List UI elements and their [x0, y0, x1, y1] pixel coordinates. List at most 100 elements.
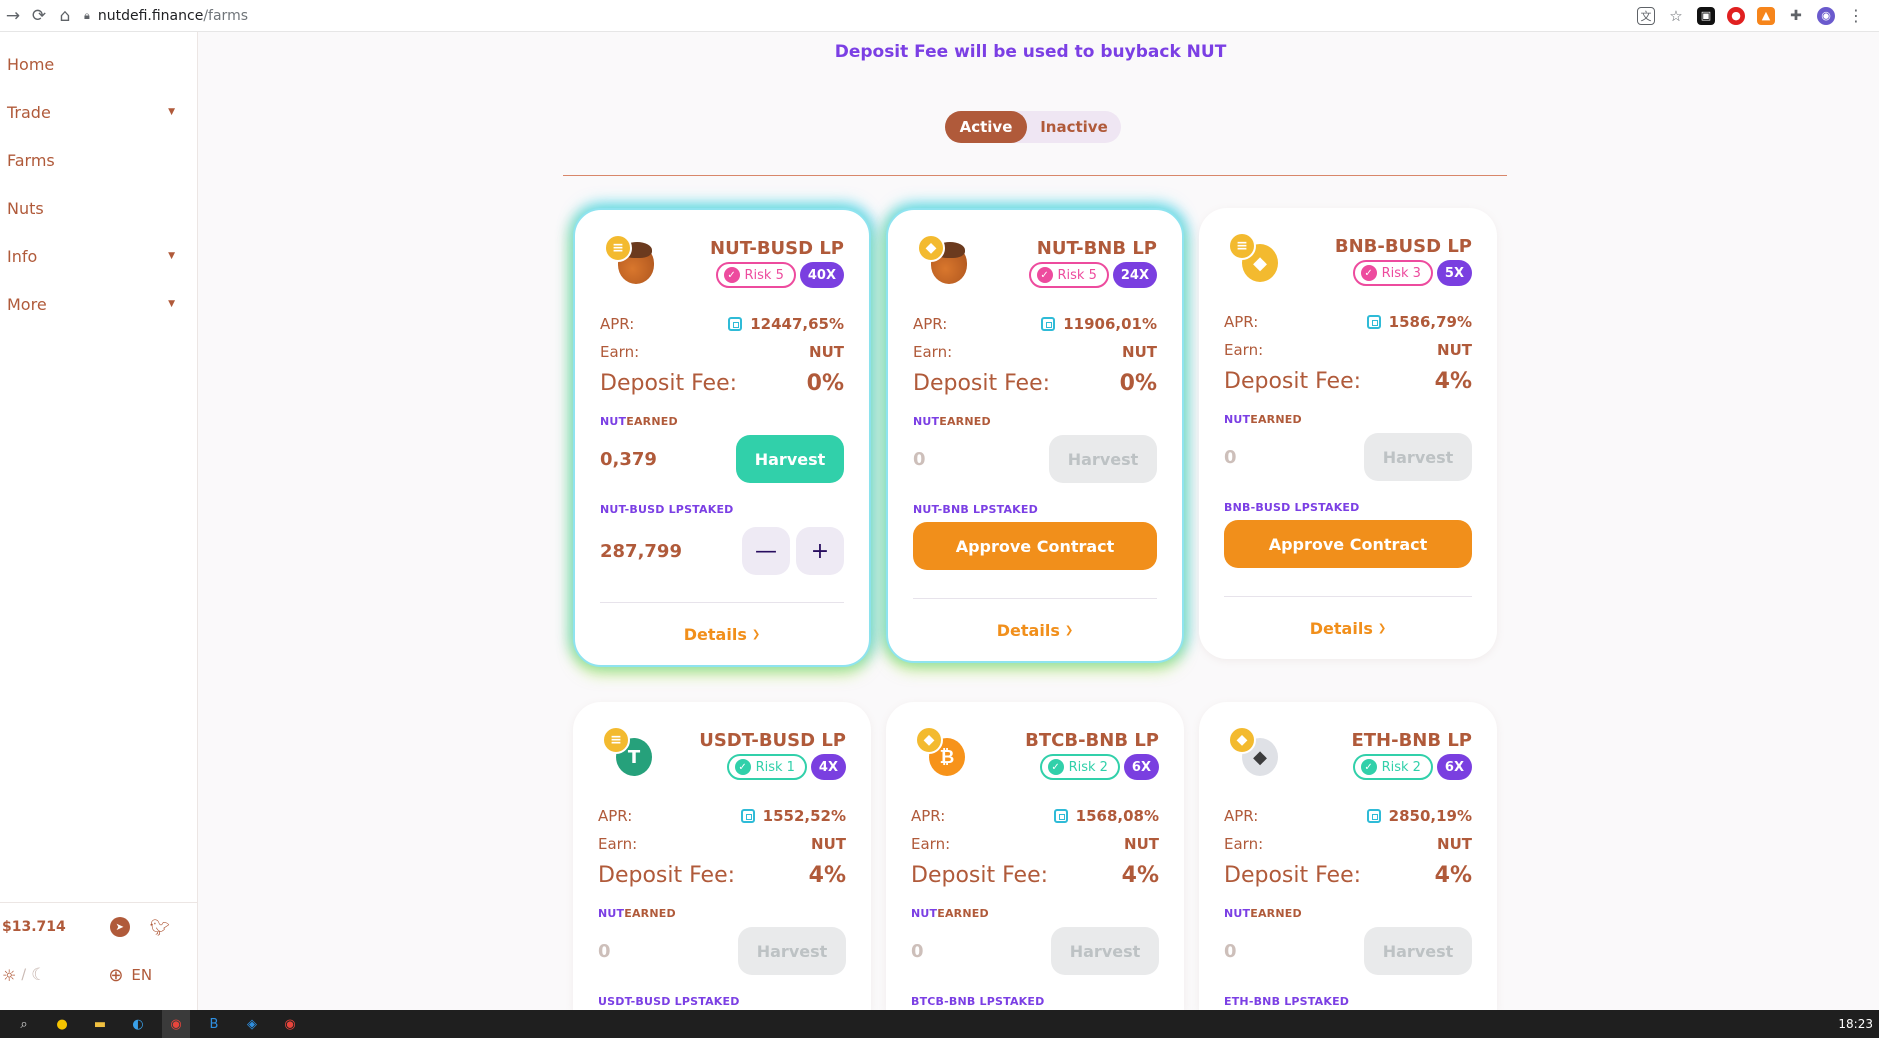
sidebar-item-more[interactable]: More ▼: [0, 280, 197, 328]
deposit-fee-value: 4%: [808, 862, 846, 888]
staked-label: NUT-BNB LP STAKED: [913, 502, 1038, 516]
earn-value: NUT: [811, 835, 846, 853]
nut-price: $13.714: [2, 919, 66, 935]
check-icon: ✓: [734, 759, 751, 775]
reload-icon[interactable]: ⟳: [26, 3, 52, 29]
app-icon[interactable]: ●: [48, 1010, 76, 1038]
back-icon[interactable]: →: [0, 3, 26, 29]
chevron-down-icon: ❯: [751, 628, 761, 640]
extension-icon[interactable]: ●: [1727, 6, 1745, 25]
multiplier-badge: 6X: [1436, 754, 1472, 780]
os-taskbar: ⌕ ● ▬ ◐ ◉ B ◈ ◉ 18:23: [0, 1010, 1879, 1038]
earned-value: 0: [911, 940, 924, 962]
harvest-button[interactable]: Harvest: [1364, 927, 1472, 975]
bnb-icon: ◆: [917, 234, 945, 262]
harvest-button[interactable]: Harvest: [1364, 433, 1472, 481]
approve-contract-button[interactable]: Approve Contract: [1224, 520, 1472, 568]
extension-icon[interactable]: ▣: [1697, 6, 1715, 25]
chrome-icon[interactable]: ◉: [276, 1010, 304, 1038]
folder-icon[interactable]: ▬: [86, 1010, 114, 1038]
bnb-icon: ◆: [1228, 726, 1256, 754]
staked-label: NUT-BUSD LP STAKED: [600, 502, 734, 516]
deposit-fee-label: Deposit Fee:: [1224, 368, 1362, 394]
details-toggle[interactable]: Details ❯: [913, 599, 1157, 661]
chevron-down-icon: ▼: [168, 251, 175, 261]
language-label[interactable]: EN: [131, 966, 152, 984]
sidebar-item-label: Home: [7, 54, 55, 74]
app-icon[interactable]: ◈: [238, 1010, 266, 1038]
deposit-fee-label: Deposit Fee:: [598, 862, 736, 888]
puzzle-icon[interactable]: ✚: [1787, 7, 1805, 25]
sidebar-item-trade[interactable]: Trade ▼: [0, 88, 197, 136]
staked-label: USDT-BUSD LP STAKED: [598, 994, 740, 1008]
search-icon[interactable]: ⌕: [10, 1010, 38, 1038]
earn-value: NUT: [1437, 341, 1472, 359]
edge-icon[interactable]: ◐: [124, 1010, 152, 1038]
sidebar-item-farms[interactable]: Farms: [0, 136, 197, 184]
earn-label: Earn:: [911, 835, 951, 853]
multiplier-badge: 40X: [799, 262, 844, 288]
earned-value: 0: [598, 940, 611, 962]
token-pair-logo: ◆: [913, 232, 973, 292]
earn-value: NUT: [1124, 835, 1159, 853]
calculator-icon[interactable]: [1053, 809, 1068, 823]
apr-value: 1552,52%: [762, 807, 846, 825]
moon-icon[interactable]: ☾: [31, 965, 46, 985]
chrome-icon[interactable]: ◉: [162, 1010, 190, 1038]
bookmark-star-icon[interactable]: ☆: [1667, 7, 1685, 25]
approve-contract-button[interactable]: Approve Contract: [913, 522, 1157, 570]
risk-badge: ✓ Risk 5: [1028, 262, 1109, 288]
app-icon[interactable]: B: [200, 1010, 228, 1038]
sidebar-item-info[interactable]: Info ▼: [0, 232, 197, 280]
buyback-banner: Deposit Fee will be used to buyback NUT: [834, 42, 1227, 62]
risk-badge: ✓ Risk 2: [1352, 754, 1433, 780]
telegram-icon[interactable]: ➤: [109, 917, 130, 937]
sun-icon[interactable]: ☼: [2, 966, 16, 985]
harvest-button[interactable]: Harvest: [736, 435, 844, 483]
calculator-icon[interactable]: [740, 809, 755, 823]
url-host: nutdefi.finance: [97, 7, 204, 24]
calculator-icon[interactable]: [728, 317, 743, 331]
deposit-fee-label: Deposit Fee:: [1224, 862, 1362, 888]
staked-label: BNB-BUSD LP STAKED: [1224, 500, 1360, 514]
token-pair-logo: ≡ T: [598, 724, 658, 784]
calculator-icon[interactable]: [1366, 315, 1381, 329]
apr-label: APR:: [911, 807, 946, 825]
details-toggle[interactable]: Details ❯: [1224, 597, 1472, 659]
active-inactive-toggle: Active Inactive: [945, 111, 1121, 143]
profile-avatar[interactable]: ◉: [1817, 6, 1835, 25]
home-icon[interactable]: ⌂: [52, 3, 78, 29]
earn-value: NUT: [1122, 343, 1157, 361]
farm-title: BTCB-BNB LP: [1025, 730, 1159, 751]
details-toggle[interactable]: Details ❯: [600, 603, 844, 665]
earned-value: 0: [1224, 940, 1237, 962]
menu-kebab-icon[interactable]: ⋮: [1847, 6, 1865, 25]
risk-badge: ✓ Risk 3: [1352, 260, 1433, 286]
earn-label: Earn:: [913, 343, 953, 361]
translate-icon[interactable]: 文: [1637, 6, 1655, 25]
sidebar-item-nuts[interactable]: Nuts: [0, 184, 197, 232]
multiplier-badge: 5X: [1436, 260, 1472, 286]
twitter-icon[interactable]: 🐦︎: [150, 918, 170, 937]
globe-icon[interactable]: ⊕: [108, 965, 123, 986]
tab-inactive[interactable]: Inactive: [1027, 111, 1121, 143]
staked-label: BTCB-BNB LP STAKED: [911, 994, 1045, 1008]
calculator-icon[interactable]: [1041, 317, 1056, 331]
sidebar-item-label: Nuts: [7, 198, 44, 218]
sidebar-item-home[interactable]: Home: [0, 40, 197, 88]
metamask-icon[interactable]: ▲: [1757, 6, 1775, 25]
harvest-button[interactable]: Harvest: [738, 927, 846, 975]
stake-plus-button[interactable]: +: [796, 527, 844, 575]
tab-active[interactable]: Active: [945, 111, 1027, 143]
sidebar: Home Trade ▼ Farms Nuts Info ▼ More ▼ $13.7…: [0, 32, 198, 1010]
address-bar[interactable]: 🔒︎ nutdefi.finance/farms: [84, 3, 1637, 29]
unstake-minus-button[interactable]: —: [742, 527, 790, 575]
farm-title: BNB-BUSD LP: [1334, 236, 1472, 257]
harvest-button[interactable]: Harvest: [1049, 435, 1157, 483]
earn-label: Earn:: [1224, 835, 1264, 853]
harvest-button[interactable]: Harvest: [1051, 927, 1159, 975]
earn-label: Earn:: [598, 835, 638, 853]
chevron-down-icon: ▼: [168, 299, 175, 309]
multiplier-badge: 24X: [1112, 262, 1157, 288]
calculator-icon[interactable]: [1366, 809, 1381, 823]
